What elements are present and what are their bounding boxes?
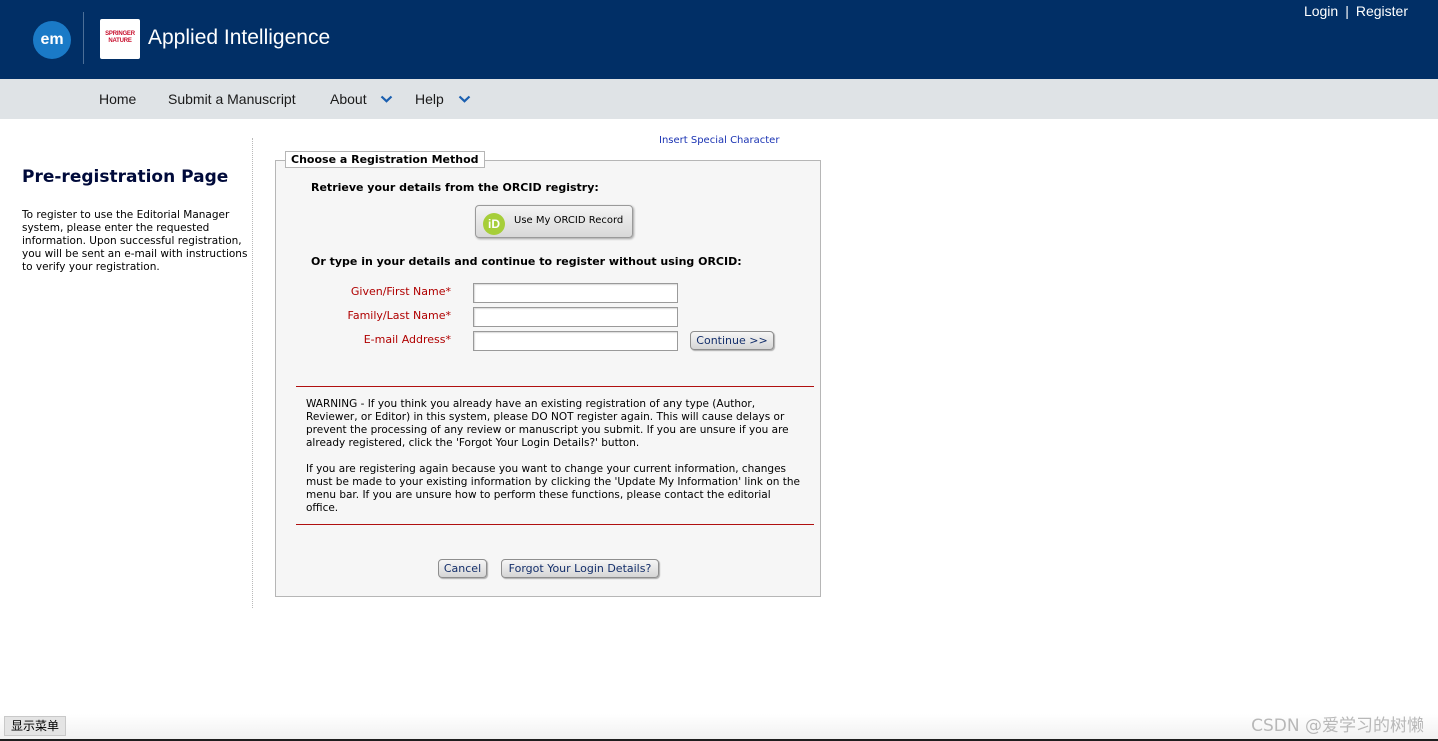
registration-method-legend: Choose a Registration Method [285,151,485,168]
main-nav: Home Submit a Manuscript About Help [0,79,1438,119]
nav-help-label: Help [415,91,444,107]
nav-help[interactable]: Help [415,91,471,107]
cancel-button[interactable]: Cancel [438,559,487,578]
insert-special-character-link[interactable]: Insert Special Character [659,135,779,146]
chevron-down-icon [458,95,470,103]
email-field[interactable] [473,331,678,351]
given-name-label: Given/First Name* [350,285,451,298]
update-info-text: If you are registering again because you… [306,463,800,514]
orcid-button-label: Use My ORCID Record [514,215,624,226]
manual-entry-heading: Or type in your details and continue to … [311,255,742,268]
nav-about[interactable]: About [330,91,393,107]
page-intro-text: To register to use the Editorial Manager… [22,209,248,273]
journal-title: Applied Intelligence [148,26,331,49]
auth-links: Login | Register [1304,3,1408,19]
page-title: Pre-registration Page [22,167,229,187]
family-name-field[interactable] [473,307,678,327]
warning-text: WARNING - If you think you already have … [306,398,789,449]
springer-nature-logo[interactable]: SPRINGER NATURE [100,19,140,59]
publisher-logo-line-2: NATURE [108,38,132,44]
publisher-logo-line-1: SPRINGER [105,31,135,37]
nav-submit-manuscript[interactable]: Submit a Manuscript [168,91,296,107]
auth-separator: | [1345,3,1349,19]
given-name-field[interactable] [473,283,678,303]
csdn-watermark: CSDN @爱学习的树懒 [1251,716,1424,736]
site-header: em SPRINGER NATURE Applied Intelligence … [0,0,1438,79]
forgot-login-details-button[interactable]: Forgot Your Login Details? [501,559,659,578]
nav-home[interactable]: Home [99,91,136,107]
email-label: E-mail Address* [363,333,451,346]
register-link[interactable]: Register [1356,3,1408,19]
bottom-strip [0,714,1438,741]
chevron-down-icon [381,95,393,103]
warning-bottom-rule [296,524,814,525]
column-divider [252,138,253,608]
login-link[interactable]: Login [1304,3,1338,19]
header-divider [83,12,84,64]
show-menu-button[interactable]: 显示菜单 [4,716,67,736]
use-orcid-record-button[interactable]: iD Use My ORCID Record [475,205,633,238]
family-name-label: Family/Last Name* [347,309,451,322]
continue-button[interactable]: Continue >> [690,331,774,350]
em-logo[interactable]: em [33,21,71,59]
warning-top-rule [296,386,814,387]
orcid-heading: Retrieve your details from the ORCID reg… [311,181,599,194]
orcid-icon: iD [483,213,505,235]
nav-about-label: About [330,91,367,107]
